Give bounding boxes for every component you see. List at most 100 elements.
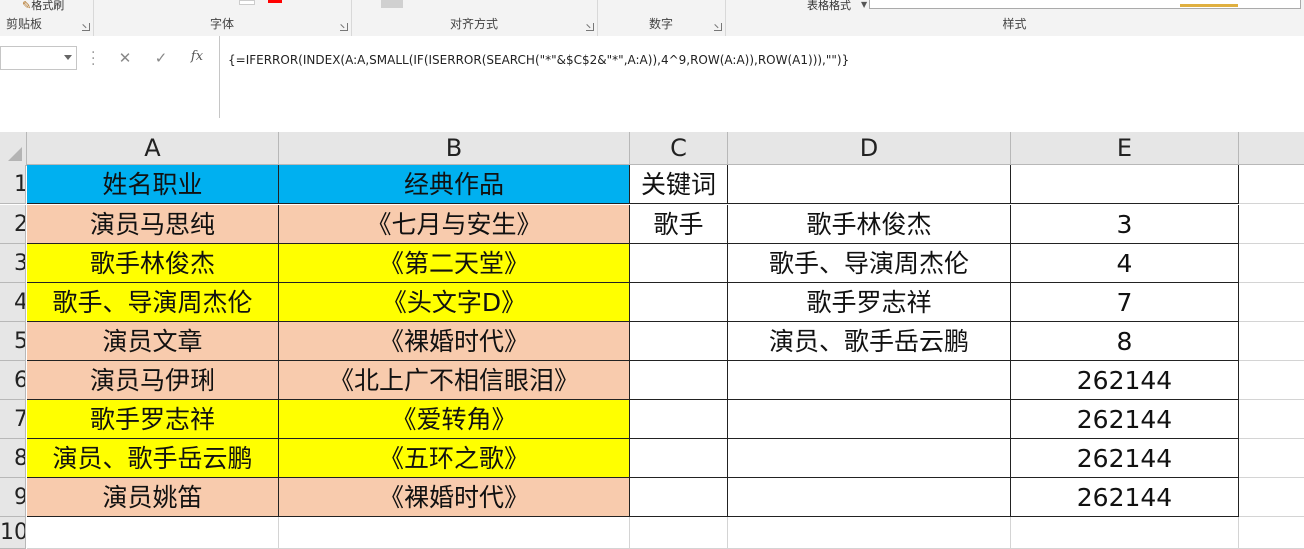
cell-f4[interactable] [1239,283,1304,322]
row-header-6[interactable]: 6 [0,361,26,400]
cell-d7[interactable] [728,400,1011,439]
cell-a1[interactable]: 姓名职业 [27,165,279,204]
cell-d8[interactable] [728,439,1011,478]
cell-e7[interactable]: 262144 [1011,400,1239,439]
row-header-8[interactable]: 8 [0,439,26,478]
cell-b10[interactable] [279,517,630,549]
dialog-launcher-icon[interactable] [340,23,348,31]
row-header-3[interactable]: 3 [0,244,26,283]
cell-b6[interactable]: 《北上广不相信眼泪》 [279,361,630,400]
cell-d10[interactable] [728,517,1011,549]
align-button[interactable] [381,0,403,8]
cell-styles-gallery[interactable] [869,0,1301,9]
cell-e10[interactable] [1011,517,1239,549]
cell-d4[interactable]: 歌手罗志祥 [728,283,1011,322]
cell-b5[interactable]: 《裸婚时代》 [279,322,630,361]
column-header-d[interactable]: D [728,132,1011,165]
group-label-alignment: 对齐方式 [449,17,498,31]
cell-c2[interactable]: 歌手 [630,205,728,244]
cell-c7[interactable] [630,400,728,439]
ribbon-group-clipboard: ✎格式刷 剪贴板 [0,0,94,36]
font-color-swatch[interactable] [268,0,282,3]
name-box[interactable] [0,46,77,70]
format-painter-button[interactable]: ✎格式刷 [22,0,64,11]
cell-f9[interactable] [1239,478,1304,517]
cell-d1[interactable] [728,165,1011,204]
select-all-button[interactable] [0,132,27,166]
cell-e1[interactable] [1011,165,1239,204]
cancel-icon[interactable]: ✕ [115,49,135,67]
cell-e8[interactable]: 262144 [1011,439,1239,478]
cell-c9[interactable] [630,478,728,517]
cell-e2[interactable]: 3 [1011,205,1239,244]
row-header-10[interactable]: 10 [0,517,26,549]
cell-d9[interactable] [728,478,1011,517]
cell-f10[interactable] [1239,517,1304,549]
cell-c5[interactable] [630,322,728,361]
row-header-2[interactable]: 2 [0,205,26,244]
cell-d6[interactable] [728,361,1011,400]
dialog-launcher-icon[interactable] [714,23,722,31]
cell-e3[interactable]: 4 [1011,244,1239,283]
cell-b8[interactable]: 《五环之歌》 [279,439,630,478]
cell-f7[interactable] [1239,400,1304,439]
cell-a7[interactable]: 歌手罗志祥 [27,400,279,439]
cell-a8[interactable]: 演员、歌手岳云鹏 [27,439,279,478]
enter-icon[interactable]: ✓ [151,49,171,67]
row-header-9[interactable]: 9 [0,478,26,517]
cell-e4[interactable]: 7 [1011,283,1239,322]
cell-f2[interactable] [1239,205,1304,244]
cell-b7[interactable]: 《爱转角》 [279,400,630,439]
cell-f3[interactable] [1239,244,1304,283]
cell-d3[interactable]: 歌手、导演周杰伦 [728,244,1011,283]
row-number: 6 [14,368,25,393]
ribbon-group-alignment: 对齐方式 [351,0,598,36]
resize-handle-icon[interactable]: · · · [91,46,95,72]
cell-c6[interactable] [630,361,728,400]
column-header-e[interactable]: E [1011,132,1239,165]
cell-a6[interactable]: 演员马伊琍 [27,361,279,400]
cell-b2[interactable]: 《七月与安生》 [279,205,630,244]
column-header-f[interactable] [1239,132,1304,165]
cell-b4[interactable]: 《头文字D》 [279,283,630,322]
insert-function-icon[interactable]: fx [187,49,207,64]
cell-a9[interactable]: 演员姚笛 [27,478,279,517]
cell-a5[interactable]: 演员文章 [27,322,279,361]
cell-f8[interactable] [1239,439,1304,478]
cell-f1[interactable] [1239,165,1304,204]
cell-d5[interactable]: 演员、歌手岳云鹏 [728,322,1011,361]
row-header-5[interactable]: 5 [0,322,26,361]
column-header-c[interactable]: C [630,132,728,165]
dialog-launcher-icon[interactable] [586,23,594,31]
cell-c8[interactable] [630,439,728,478]
row-header-7[interactable]: 7 [0,400,26,439]
worksheet-grid[interactable]: A B C D E 1姓名职业经典作品关键词 2演员马思纯《七月与安生》歌手歌手林… [0,118,1304,549]
chevron-down-icon[interactable] [64,55,72,60]
cell-e5[interactable]: 8 [1011,322,1239,361]
fill-color-swatch[interactable] [239,0,255,5]
cell-e9[interactable]: 262144 [1011,478,1239,517]
row-header-4[interactable]: 4 [0,283,26,322]
cell-b9[interactable]: 《裸婚时代》 [279,478,630,517]
column-header-a[interactable]: A [27,132,279,165]
cell-b1[interactable]: 经典作品 [279,165,630,204]
cell-b3[interactable]: 《第二天堂》 [279,244,630,283]
cell-c10[interactable] [630,517,728,549]
column-header-b[interactable]: B [279,132,630,165]
cell-e6[interactable]: 262144 [1011,361,1239,400]
cell-f5[interactable] [1239,322,1304,361]
cell-a4[interactable]: 歌手、导演周杰伦 [27,283,279,322]
cell-a10[interactable] [27,517,279,549]
formula-input[interactable]: {=IFERROR(INDEX(A:A,SMALL(IF(ISERROR(SEA… [219,36,1304,118]
format-as-table-button[interactable]: 表格格式 [807,0,851,11]
row-header-1[interactable]: 1 [0,165,26,204]
cell-f6[interactable] [1239,361,1304,400]
cell-d2[interactable]: 歌手林俊杰 [728,205,1011,244]
cell-c1[interactable]: 关键词 [630,165,728,204]
ribbon-group-styles: 表格格式 ▼ 样式 [725,0,1304,36]
cell-c3[interactable] [630,244,728,283]
cell-a3[interactable]: 歌手林俊杰 [27,244,279,283]
dialog-launcher-icon[interactable] [82,23,90,31]
cell-a2[interactable]: 演员马思纯 [27,205,279,244]
cell-c4[interactable] [630,283,728,322]
